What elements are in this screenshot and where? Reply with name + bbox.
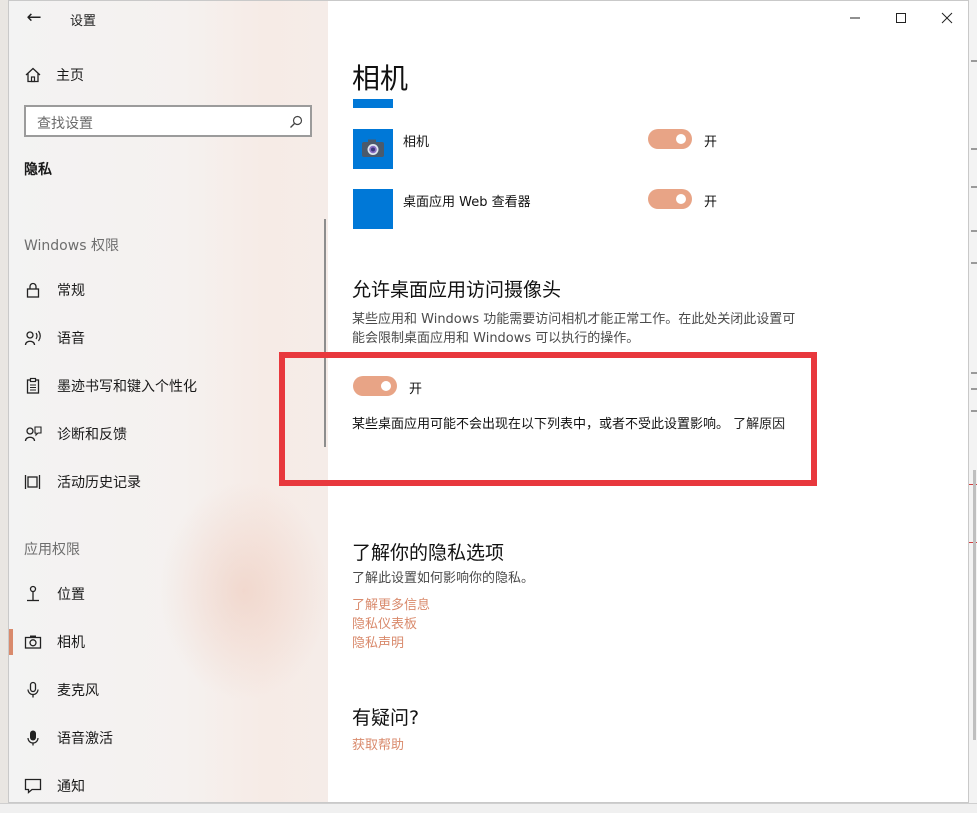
desktop-apps-description: 某些应用和 Windows 功能需要访问相机才能正常工作。在此处关闭此设置可能会… bbox=[352, 312, 796, 346]
home-icon bbox=[24, 66, 42, 84]
privacy-statement-link[interactable]: 隐私声明 bbox=[352, 632, 404, 651]
sidebar-item-general[interactable]: 常规 bbox=[24, 277, 85, 303]
highlight-box bbox=[279, 352, 817, 486]
notification-icon bbox=[24, 777, 42, 795]
sidebar-item-label: 通知 bbox=[57, 779, 85, 795]
page-title: 相机 bbox=[352, 62, 409, 95]
get-help-link[interactable]: 获取帮助 bbox=[352, 734, 404, 753]
lock-icon bbox=[24, 281, 42, 299]
toggle-state-label: 开 bbox=[704, 135, 718, 150]
title-bar: ← 设置 bbox=[9, 1, 328, 35]
microphone-icon bbox=[24, 681, 42, 699]
section-title: 隐私 bbox=[24, 162, 52, 178]
timeline-icon bbox=[24, 473, 42, 491]
sidebar-item-location[interactable]: 位置 bbox=[24, 581, 85, 607]
learn-more-link[interactable]: 了解更多信息 bbox=[352, 594, 430, 613]
voice-activation-icon bbox=[24, 729, 42, 747]
camera-app-icon bbox=[353, 129, 393, 169]
sidebar-item-voice-activation[interactable]: 语音激活 bbox=[24, 725, 113, 751]
maximize-button[interactable] bbox=[878, 1, 924, 35]
close-button[interactable] bbox=[924, 1, 968, 35]
sidebar-item-speech[interactable]: 语音 bbox=[24, 325, 85, 351]
sidebar-item-inking-typing[interactable]: 墨迹书写和键入个性化 bbox=[24, 373, 197, 399]
sidebar-item-label: 位置 bbox=[57, 587, 85, 603]
camera-app-toggle[interactable] bbox=[648, 129, 692, 149]
privacy-dashboard-link[interactable]: 隐私仪表板 bbox=[352, 613, 417, 632]
toggle-state-label: 开 bbox=[704, 195, 718, 210]
window-controls bbox=[832, 1, 968, 35]
sidebar-item-label: 常规 bbox=[57, 283, 85, 299]
group-title-windows-permissions: Windows 权限 bbox=[24, 238, 119, 254]
location-icon bbox=[24, 585, 42, 603]
privacy-options-heading: 了解你的隐私选项 bbox=[352, 542, 505, 564]
sidebar-item-microphone[interactable]: 麦克风 bbox=[24, 677, 99, 703]
sidebar-item-label: 相机 bbox=[57, 635, 85, 651]
background-window-edge bbox=[968, 0, 977, 813]
app-row-web-viewer: 桌面应用 Web 查看器 开 bbox=[353, 189, 753, 229]
app-name: 桌面应用 Web 查看器 bbox=[403, 195, 531, 210]
sidebar-item-label: 语音 bbox=[57, 331, 85, 347]
sidebar-item-home[interactable]: 主页 bbox=[24, 63, 84, 87]
camera-icon bbox=[24, 633, 42, 651]
help-heading: 有疑问? bbox=[352, 707, 420, 729]
sidebar-item-camera[interactable]: 相机 bbox=[24, 629, 85, 655]
app-tile-icon bbox=[353, 189, 393, 229]
sidebar-item-label: 墨迹书写和键入个性化 bbox=[57, 379, 197, 395]
window-title: 设置 bbox=[70, 14, 97, 29]
web-viewer-toggle[interactable] bbox=[648, 189, 692, 209]
clipboard-icon bbox=[24, 377, 42, 395]
sidebar-item-label: 语音激活 bbox=[57, 731, 113, 747]
sidebar-item-notifications[interactable]: 通知 bbox=[24, 773, 85, 799]
sidebar-item-label: 麦克风 bbox=[57, 683, 99, 699]
speech-icon bbox=[24, 329, 42, 347]
minimize-button[interactable] bbox=[832, 1, 878, 35]
search-icon bbox=[289, 114, 303, 128]
back-button[interactable]: ← bbox=[21, 7, 47, 29]
app-row-camera: 相机 开 bbox=[353, 129, 753, 169]
sidebar-item-diagnostics-feedback[interactable]: 诊断和反馈 bbox=[24, 421, 127, 447]
sidebar-item-label: 活动历史记录 bbox=[57, 475, 141, 491]
desktop-apps-heading: 允许桌面应用访问摄像头 bbox=[352, 279, 562, 301]
group-title-app-permissions: 应用权限 bbox=[24, 542, 80, 558]
privacy-options-description: 了解此设置如何影响你的隐私。 bbox=[352, 571, 535, 586]
sidebar-item-label: 诊断和反馈 bbox=[57, 427, 127, 443]
search-placeholder: 查找设置 bbox=[37, 116, 93, 132]
app-tile-icon bbox=[353, 99, 393, 108]
sidebar-item-activity-history[interactable]: 活动历史记录 bbox=[24, 469, 141, 495]
active-indicator bbox=[9, 629, 13, 655]
search-input[interactable]: 查找设置 bbox=[24, 105, 312, 137]
feedback-icon bbox=[24, 425, 42, 443]
background-window-edge-bottom bbox=[0, 803, 977, 813]
app-name: 相机 bbox=[403, 135, 430, 150]
sidebar-item-label: 主页 bbox=[56, 68, 84, 84]
